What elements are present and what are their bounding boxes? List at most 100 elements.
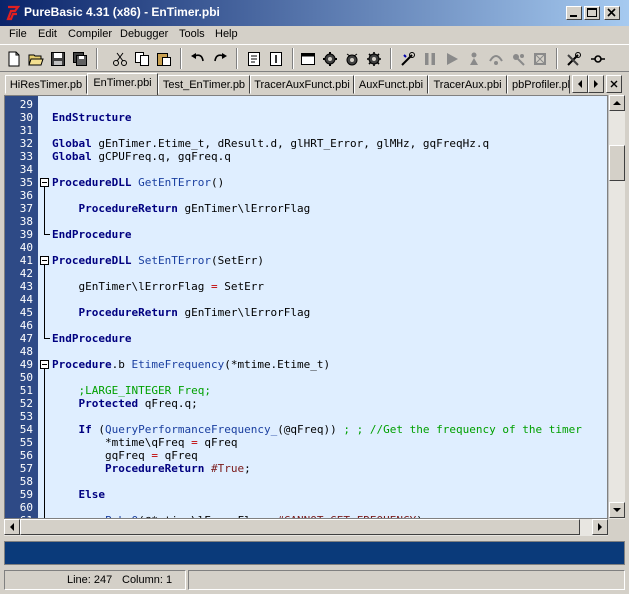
minimize-button[interactable] [566,6,582,20]
maximize-button[interactable] [584,6,600,20]
fold-line [44,265,45,338]
tab-close-button[interactable] [606,75,622,93]
code-line[interactable]: gEnTimer\lErrorFlag = SetErr [52,280,263,293]
code-line[interactable]: ProcedureReturn #True; [52,462,251,475]
compile-run-button[interactable] [320,49,340,69]
line-number: 29 [19,98,33,111]
save-all-button[interactable] [70,49,90,69]
tools-button[interactable] [564,49,584,69]
code-line[interactable]: Else [52,488,106,501]
tab-scroll-left-button[interactable] [572,75,588,93]
code-line[interactable]: ProcedureDLL SetEnTError(SetErr) [52,254,264,267]
toolbar-separator [390,48,392,69]
redo-button[interactable] [210,49,230,69]
function-token: QueryPerformanceFrequency_ [105,423,278,436]
keyword-token: EndProcedure [52,332,132,345]
open-file-button[interactable] [26,49,46,69]
indent-button[interactable] [244,49,264,69]
step-button[interactable] [464,49,484,69]
line-number: 37 [19,202,33,215]
code-token: ( [91,423,105,436]
add-tool-button[interactable] [588,49,608,69]
code-line[interactable]: gqFreq = qFreq [52,449,198,462]
menu-edit[interactable]: Edit [38,28,57,40]
scroll-left-button[interactable] [4,519,20,535]
step-out-icon [513,54,525,66]
compiler-settings-button[interactable] [364,49,384,69]
step-out-button[interactable] [508,49,528,69]
outdent-button[interactable] [266,49,286,69]
menu-file[interactable]: File [9,28,27,40]
save-button[interactable] [48,49,68,69]
debug-tool-button[interactable] [398,49,418,69]
tab-hirestimer[interactable]: HiResTimer.pb [5,75,87,94]
copy-button[interactable] [132,49,152,69]
code-editor[interactable]: 29 30 31 32 33 34 35 36 37 38 39 40 41 42 43 44 45 46 47 48… [4,95,608,519]
tab-pbprofiler[interactable]: pbProfiler.pb [507,75,570,94]
keyword-token: Protected [78,397,139,410]
undo-icon [191,53,204,62]
code-line[interactable]: ProcedureDLL GetEnTError() [52,176,224,189]
code-line[interactable]: EndStructure [52,111,131,124]
undo-button[interactable] [188,49,208,69]
toolbar-separator [556,48,558,69]
line-number: 47 [19,332,33,345]
horizontal-scrollbar[interactable] [4,519,608,536]
close-icon [610,80,618,88]
tab-traceraux-funct[interactable]: TracerAuxFunct.pbi [250,75,354,94]
vertical-scrollbar[interactable] [608,95,625,519]
step-icon [470,52,478,65]
code-line[interactable]: ;LARGE_INTEGER Freq; [52,384,210,397]
tab-test-entimer[interactable]: Test_EnTimer.pb [158,75,250,94]
pause-button[interactable] [420,49,440,69]
fold-toggle[interactable] [40,256,49,265]
line-number: 45 [19,306,33,319]
keyword-token: Procedure [52,358,112,371]
cut-button[interactable] [110,49,130,69]
tab-traceraux[interactable]: TracerAux.pbi [428,75,507,94]
code-line[interactable]: Procedure.b EtimeFrequency(*mtime.Etime_… [52,358,330,371]
tab-entimer[interactable]: EnTimer.pbi [87,73,158,95]
fold-toggle[interactable] [40,360,49,369]
operator-token: = [210,280,218,293]
code-token: qFreq [157,449,198,462]
close-button[interactable] [604,6,620,20]
code-line[interactable]: *mtime\qFreq = qFreq [52,436,237,449]
arrow-up-icon [613,101,621,105]
code-line[interactable]: Protected qFreq.q; [52,397,198,410]
menu-compiler[interactable]: Compiler [68,28,112,40]
fold-toggle[interactable] [40,178,49,187]
menu-debugger[interactable]: Debugger [120,28,168,40]
status-bar: Line: 247 Column: 1 [0,568,629,594]
tab-scroll-right-button[interactable] [588,75,604,93]
code-line[interactable]: Global gCPUFreq.q, gqFreq.q [52,150,231,163]
menu-tools[interactable]: Tools [179,28,205,40]
code-line[interactable]: EndProcedure [52,228,131,241]
code-line[interactable]: If (QueryPerformanceFrequency_(@qFreq)) … [52,423,582,436]
form-designer-button[interactable] [298,49,318,69]
tab-auxfunct[interactable]: AuxFunct.pbi [354,75,428,94]
horizontal-scroll-thumb[interactable] [20,519,580,535]
error-log-panel[interactable] [4,541,625,565]
keyword-token: EndProcedure [52,228,132,241]
scroll-right-button[interactable] [592,519,608,535]
vertical-scroll-thumb[interactable] [609,145,625,181]
scroll-down-button[interactable] [609,502,625,518]
code-line[interactable]: ProcedureReturn gEnTimer\lErrorFlag [52,306,311,319]
stop-button[interactable] [530,49,550,69]
debugger-button[interactable] [342,49,362,69]
line-number: 50 [19,371,33,384]
scroll-up-button[interactable] [609,95,625,111]
save-icon [51,52,65,66]
step-over-button[interactable] [486,49,506,69]
line-number: 46 [19,319,33,332]
run-button[interactable] [442,49,462,69]
code-line[interactable]: Global gEnTimer.Etime_t, dResult.d, glHR… [52,137,489,150]
menu-help[interactable]: Help [215,28,238,40]
code-line[interactable]: ProcedureReturn gEnTimer\lErrorFlag [52,202,311,215]
new-file-button[interactable] [4,49,24,69]
paste-button[interactable] [154,49,174,69]
code-line[interactable]: EndProcedure [52,332,131,345]
